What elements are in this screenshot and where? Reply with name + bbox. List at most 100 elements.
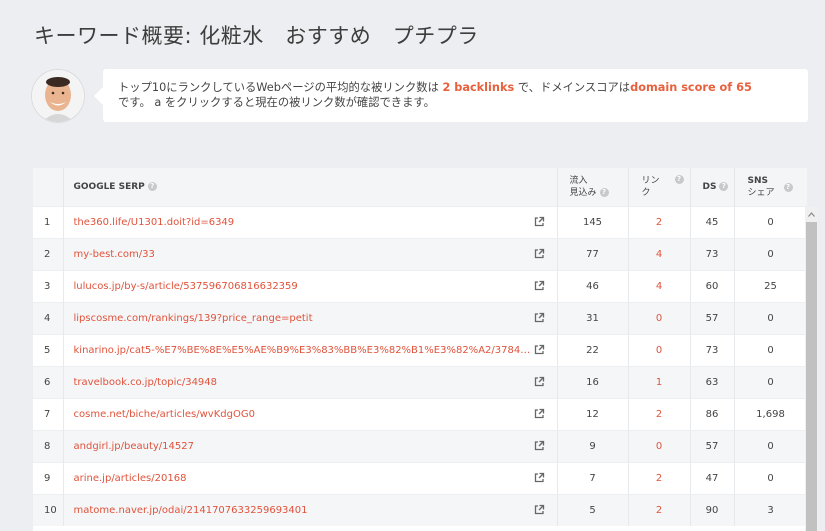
scroll-up-arrow-icon[interactable] [805, 207, 818, 221]
traffic-cell: 7 [557, 461, 629, 494]
links-count-link[interactable]: 2 [628, 461, 691, 494]
traffic-cell: 9 [557, 429, 629, 462]
links-count-link[interactable]: 0 [628, 301, 691, 334]
header-links-label-1: リン [641, 175, 660, 186]
sns-cell: 0 [734, 333, 807, 366]
serp-table: GOOGLE SERP? 流入 見込み? リン? ク DS? SNS シェア? [33, 168, 807, 526]
traffic-cell: 31 [557, 301, 629, 334]
serp-url-link[interactable]: kinarino.jp/cat5-%E7%BE%8E%E5%AE%B9%E3%8… [74, 345, 533, 356]
serp-url-link[interactable]: lipscosme.com/rankings/139?price_range=p… [74, 313, 313, 324]
header-serp-label: GOOGLE SERP [73, 181, 145, 192]
header-ds[interactable]: DS? [690, 168, 735, 206]
header-traffic-label-1: 流入 [569, 175, 588, 186]
rank-cell: 8 [33, 429, 64, 462]
table-row: 4 lipscosme.com/rankings/139?price_range=… [33, 301, 807, 334]
traffic-cell: 46 [557, 269, 629, 302]
external-link-icon[interactable] [533, 504, 545, 516]
sns-cell: 0 [734, 237, 807, 270]
sns-cell: 0 [734, 301, 807, 334]
rank-cell: 9 [33, 461, 64, 494]
tip-backlinks-highlight: 2 backlinks [442, 81, 515, 94]
links-count-link[interactable]: 4 [628, 269, 691, 302]
ds-cell: 73 [690, 237, 735, 270]
rank-cell: 1 [33, 205, 64, 238]
page-title: キーワード概要: 化粧水 おすすめ プチプラ [34, 24, 479, 48]
url-cell: andgirl.jp/beauty/14527 [63, 429, 558, 462]
table-row: 2 my-best.com/33 77 4 73 0 [33, 237, 807, 270]
rank-cell: 7 [33, 397, 64, 430]
help-circle-icon[interactable]: ? [599, 187, 609, 197]
links-count-link[interactable]: 4 [628, 237, 691, 270]
scrollbar-thumb[interactable] [806, 222, 817, 531]
external-link-icon[interactable] [533, 216, 545, 228]
serp-url-link[interactable]: lulucos.jp/by-s/article/5375967068166323… [74, 281, 298, 292]
sns-cell: 0 [734, 461, 807, 494]
url-cell: the360.life/U1301.doit?id=6349 [63, 205, 558, 238]
url-cell: kinarino.jp/cat5-%E7%BE%8E%E5%AE%B9%E3%8… [63, 333, 558, 366]
sns-cell: 0 [734, 429, 807, 462]
external-link-icon[interactable] [533, 472, 545, 484]
url-cell: cosme.net/biche/articles/wvKdgOG0 [63, 397, 558, 430]
serp-url-link[interactable]: the360.life/U1301.doit?id=6349 [74, 217, 235, 228]
tip-text-part3: です。 a をクリックすると現在の被リンク数が確認できます。 [118, 96, 435, 109]
header-sns-label-1: SNS [747, 175, 769, 186]
tip-text: トップ10にランクしているWebページの平均的な被リンク数は 2 backlin… [118, 80, 798, 110]
links-count-link[interactable]: 1 [628, 365, 691, 398]
links-count-link[interactable]: 0 [628, 429, 691, 462]
ds-cell: 73 [690, 333, 735, 366]
serp-url-link[interactable]: matome.naver.jp/odai/2141707633259693401 [74, 505, 308, 516]
external-link-icon[interactable] [533, 408, 545, 420]
table-header-row: GOOGLE SERP? 流入 見込み? リン? ク DS? SNS シェア? [33, 168, 807, 206]
serp-url-link[interactable]: cosme.net/biche/articles/wvKdgOG0 [74, 409, 255, 420]
serp-table-container: GOOGLE SERP? 流入 見込み? リン? ク DS? SNS シェア? [33, 168, 807, 531]
serp-url-link[interactable]: andgirl.jp/beauty/14527 [74, 441, 195, 452]
sns-cell: 3 [734, 493, 807, 526]
url-cell: travelbook.co.jp/topic/34948 [63, 365, 558, 398]
serp-url-link[interactable]: travelbook.co.jp/topic/34948 [74, 377, 218, 388]
table-row: 6 travelbook.co.jp/topic/34948 16 1 63 0 [33, 365, 807, 398]
header-traffic-label-2: 見込み [569, 187, 597, 198]
tip-text-part1: トップ10にランクしているWebページの平均的な被リンク数は [118, 81, 443, 94]
ds-cell: 47 [690, 461, 735, 494]
help-circle-icon[interactable]: ? [719, 181, 729, 191]
serp-url-link[interactable]: arine.jp/articles/20168 [74, 473, 187, 484]
tip-bubble: トップ10にランクしているWebページの平均的な被リンク数は 2 backlin… [94, 69, 808, 122]
header-serp[interactable]: GOOGLE SERP? [63, 168, 558, 206]
ds-cell: 90 [690, 493, 735, 526]
links-count-link[interactable]: 2 [628, 493, 691, 526]
links-count-link[interactable]: 2 [628, 397, 691, 430]
sns-cell: 0 [734, 205, 807, 238]
traffic-cell: 12 [557, 397, 629, 430]
links-count-link[interactable]: 2 [628, 205, 691, 238]
rank-cell: 6 [33, 365, 64, 398]
table-row: 3 lulucos.jp/by-s/article/537596706816632… [33, 269, 807, 302]
links-count-link[interactable]: 0 [628, 333, 691, 366]
header-traffic[interactable]: 流入 見込み? [557, 168, 629, 206]
table-row: 1 the360.life/U1301.doit?id=6349 145 2 45 0 [33, 205, 807, 238]
rank-cell: 10 [33, 493, 64, 526]
table-row: 7 cosme.net/biche/articles/wvKdgOG0 12 2 86 1… [33, 397, 807, 430]
sns-cell: 0 [734, 365, 807, 398]
external-link-icon[interactable] [533, 248, 545, 260]
header-sns[interactable]: SNS シェア? [734, 168, 807, 206]
serp-url-link[interactable]: my-best.com/33 [74, 249, 155, 260]
header-links[interactable]: リン? ク [628, 168, 691, 206]
external-link-icon[interactable] [533, 344, 545, 356]
table-row: 10 matome.naver.jp/odai/21417076332596934… [33, 493, 807, 526]
header-links-label-2: ク [641, 187, 651, 198]
rank-cell: 3 [33, 269, 64, 302]
external-link-icon[interactable] [533, 280, 545, 292]
traffic-cell: 22 [557, 333, 629, 366]
url-cell: my-best.com/33 [63, 237, 558, 270]
external-link-icon[interactable] [533, 440, 545, 452]
tip-domain-score-highlight: domain score of 65 [630, 81, 752, 94]
header-sns-label-2: シェア [747, 187, 775, 198]
external-link-icon[interactable] [533, 312, 545, 324]
traffic-cell: 5 [557, 493, 629, 526]
help-circle-icon[interactable]: ? [674, 174, 684, 184]
help-circle-icon[interactable]: ? [147, 181, 157, 191]
external-link-icon[interactable] [533, 376, 545, 388]
ds-cell: 57 [690, 301, 735, 334]
url-cell: arine.jp/articles/20168 [63, 461, 558, 494]
help-circle-icon[interactable]: ? [783, 182, 793, 192]
